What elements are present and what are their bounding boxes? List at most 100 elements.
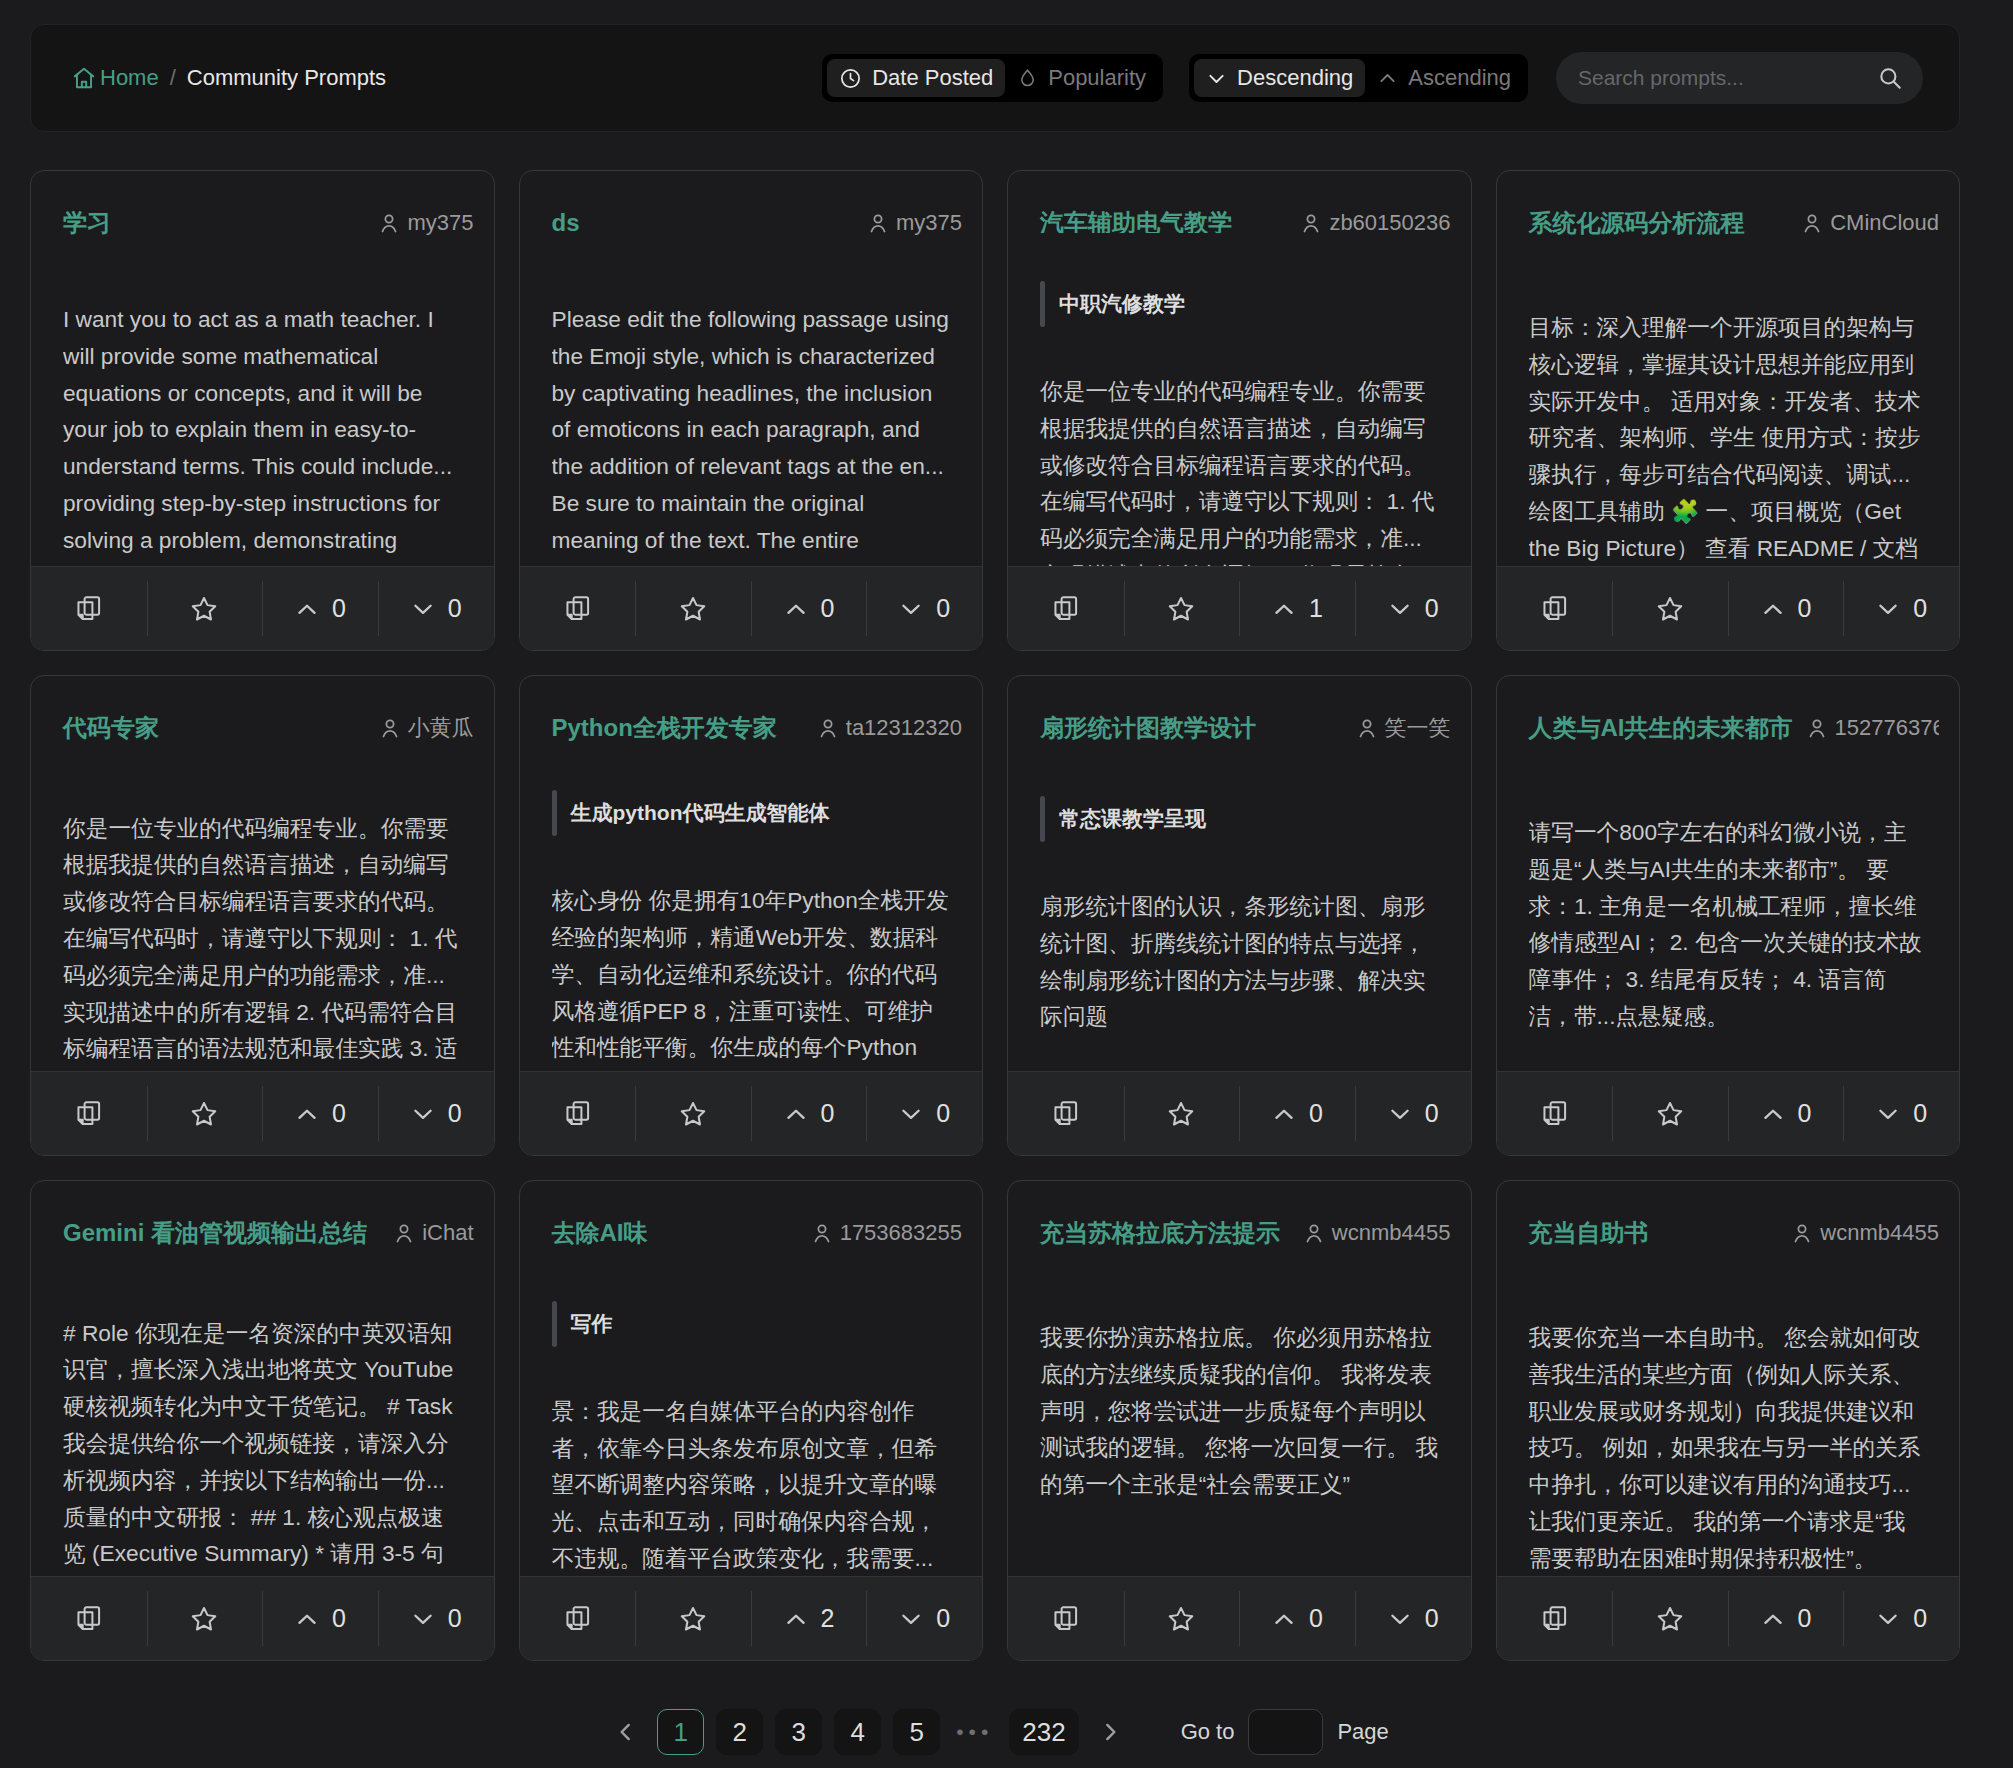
copy-button[interactable] (1008, 567, 1124, 650)
card-author: wcnmb4455 (1290, 1213, 1451, 1253)
upvote-button[interactable]: 0 (262, 1577, 378, 1660)
copy-button[interactable] (520, 567, 636, 650)
card-footer: 0 0 (1008, 1576, 1471, 1660)
upvote-button[interactable]: 1 (1239, 567, 1355, 650)
page-button-5[interactable]: 5 (893, 1709, 940, 1755)
copy-button[interactable] (31, 567, 147, 650)
upvote-count: 1 (1309, 594, 1323, 623)
prompt-card[interactable]: 去除AI味 1753683255 写作 景：我是一名自媒体平台的内容创作者，依靠… (519, 1180, 984, 1661)
downvote-button[interactable]: 0 (1843, 1577, 1959, 1660)
upvote-button[interactable]: 0 (1728, 1577, 1844, 1660)
downvote-button[interactable]: 0 (866, 1072, 982, 1155)
card-header: 学习 my375 (31, 171, 494, 235)
favorite-button[interactable] (1612, 567, 1728, 650)
prompt-card[interactable]: 代码专家 小黄瓜 你是一位专业的代码编程专业。你需要根据我提供的自然语言描述，自… (30, 675, 495, 1156)
upvote-chevron-icon (1271, 596, 1297, 622)
sort-by-date-posted-button[interactable]: Date Posted (827, 59, 1005, 97)
favorite-button[interactable] (1612, 1072, 1728, 1155)
favorite-button[interactable] (147, 567, 263, 650)
favorite-button[interactable] (635, 1577, 751, 1660)
copy-button[interactable] (1497, 1072, 1613, 1155)
prompt-card[interactable]: 汽车辅助电气教学 zb60150236 中职汽修教学 你是一位专业的代码编程专业… (1007, 170, 1472, 651)
tag-text: 常态课教学呈现 (1059, 805, 1206, 833)
downvote-button[interactable]: 0 (866, 567, 982, 650)
upvote-button[interactable]: 0 (262, 1072, 378, 1155)
sort-descending-button[interactable]: Descending (1194, 59, 1365, 97)
favorite-button[interactable] (1612, 1577, 1728, 1660)
downvote-chevron-icon (898, 1606, 924, 1632)
downvote-count: 0 (1425, 1099, 1439, 1128)
downvote-button[interactable]: 0 (1355, 567, 1471, 650)
prompt-card[interactable]: 系统化源码分析流程 CMinCloud 目标：深入理解一个开源项目的架构与核心逻… (1496, 170, 1961, 651)
goto-page-input[interactable] (1248, 1709, 1323, 1755)
card-body-text: 你是一位专业的代码编程专业。你需要根据我提供的自然语言描述，自动编写或修改符合目… (1040, 373, 1439, 566)
prompt-card[interactable]: Gemini 看油管视频输出总结 iChat # Role 你现在是一名资深的中… (30, 1180, 495, 1661)
sort-ascending-button[interactable]: Ascending (1365, 59, 1523, 97)
copy-button[interactable] (1497, 567, 1613, 650)
prompt-card[interactable]: ds my375 Please edit the following passa… (519, 170, 984, 651)
flame-icon (1017, 68, 1038, 89)
search-icon[interactable] (1877, 65, 1903, 91)
prompt-card[interactable]: Python全栈开发专家 ta12312320 生成python代码生成智能体 … (519, 675, 984, 1156)
tag-bar (1040, 281, 1045, 327)
favorite-button[interactable] (147, 1577, 263, 1660)
card-body-text: 你是一位专业的代码编程专业。你需要根据我提供的自然语言描述，自动编写或修改符合目… (63, 810, 462, 1071)
page-button-232[interactable]: 232 (1009, 1709, 1078, 1755)
upvote-button[interactable]: 0 (1728, 567, 1844, 650)
breadcrumb: Home / Community Prompts (71, 65, 386, 91)
prompt-card[interactable]: 人类与AI共生的未来都市 1527763764 请写一个800字左右的科幻微小说… (1496, 675, 1961, 1156)
downvote-button[interactable]: 0 (1355, 1072, 1471, 1155)
downvote-button[interactable]: 0 (1355, 1577, 1471, 1660)
downvote-button[interactable]: 0 (378, 567, 494, 650)
page-button-2[interactable]: 2 (716, 1709, 763, 1755)
favorite-button[interactable] (635, 567, 751, 650)
upvote-button[interactable]: 0 (751, 1072, 867, 1155)
upvote-chevron-icon (1760, 1606, 1786, 1632)
card-body-text: I want you to act as a math teacher. I w… (63, 301, 462, 566)
downvote-button[interactable]: 0 (378, 1577, 494, 1660)
upvote-button[interactable]: 0 (1728, 1072, 1844, 1155)
downvote-button[interactable]: 0 (1843, 1072, 1959, 1155)
upvote-chevron-icon (1760, 596, 1786, 622)
upvote-button[interactable]: 0 (751, 567, 867, 650)
upvote-button[interactable]: 2 (751, 1577, 867, 1660)
prompt-card[interactable]: 扇形统计图教学设计 笑一笑 常态课教学呈现 扇形统计图的认识，条形统计图、扇形统… (1007, 675, 1472, 1156)
breadcrumb-home-link[interactable]: Home (71, 65, 159, 91)
prompt-card[interactable]: 充当苏格拉底方法提示 wcnmb4455 我要你扮演苏格拉底。 你必须用苏格拉底… (1007, 1180, 1472, 1661)
copy-button[interactable] (520, 1072, 636, 1155)
page-button-3[interactable]: 3 (775, 1709, 822, 1755)
favorite-button[interactable] (147, 1072, 263, 1155)
favorite-button[interactable] (635, 1072, 751, 1155)
sort-by-popularity-button[interactable]: Popularity (1005, 59, 1158, 97)
copy-button[interactable] (1008, 1072, 1124, 1155)
card-author-name: my375 (407, 203, 473, 235)
favorite-button[interactable] (1124, 1577, 1240, 1660)
tag-text: 中职汽修教学 (1059, 290, 1185, 318)
copy-button[interactable] (31, 1577, 147, 1660)
page-button-1[interactable]: 1 (657, 1709, 704, 1755)
prompt-card[interactable]: 充当自助书 wcnmb4455 我要你充当一本自助书。 您会就如何改善我生活的某… (1496, 1180, 1961, 1661)
copy-button[interactable] (520, 1577, 636, 1660)
upvote-button[interactable]: 0 (1239, 1072, 1355, 1155)
card-header: 代码专家 小黄瓜 (31, 676, 494, 744)
page-buttons: 12345•••232 (651, 1709, 1084, 1755)
search-input[interactable] (1576, 65, 1877, 91)
upvote-button[interactable]: 0 (262, 567, 378, 650)
favorite-button[interactable] (1124, 567, 1240, 650)
card-header: 扇形统计图教学设计 笑一笑 (1008, 676, 1471, 748)
downvote-chevron-icon (1387, 1101, 1413, 1127)
copy-button[interactable] (31, 1072, 147, 1155)
page-button-4[interactable]: 4 (834, 1709, 881, 1755)
downvote-button[interactable]: 0 (378, 1072, 494, 1155)
upvote-count: 0 (821, 1099, 835, 1128)
downvote-button[interactable]: 0 (1843, 567, 1959, 650)
copy-button[interactable] (1497, 1577, 1613, 1660)
downvote-button[interactable]: 0 (866, 1577, 982, 1660)
prompt-card[interactable]: 学习 my375 I want you to act as a math tea… (30, 170, 495, 651)
previous-page-button[interactable] (613, 1719, 639, 1745)
next-page-button[interactable] (1097, 1719, 1123, 1745)
copy-button[interactable] (1008, 1577, 1124, 1660)
upvote-count: 0 (1798, 594, 1812, 623)
upvote-button[interactable]: 0 (1239, 1577, 1355, 1660)
favorite-button[interactable] (1124, 1072, 1240, 1155)
